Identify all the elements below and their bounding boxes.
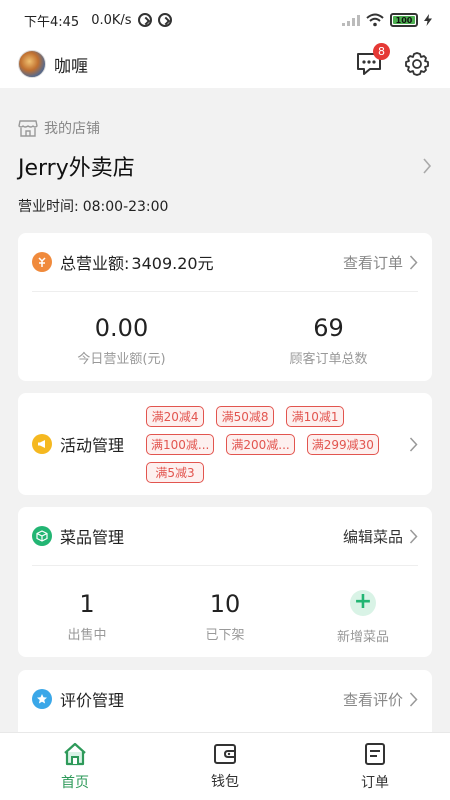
gear-icon xyxy=(405,52,429,76)
promo-tag: 满20减4 xyxy=(146,405,205,427)
dishes-icon xyxy=(32,526,52,546)
signal-icon xyxy=(342,14,360,26)
chevron-right-icon xyxy=(409,254,418,270)
user-name: 咖喱 xyxy=(54,56,88,77)
store-name: Jerry外卖店 xyxy=(18,156,135,181)
view-orders-link[interactable]: 查看订单 xyxy=(343,252,418,273)
sync-icon xyxy=(137,13,152,27)
off-shelf-label: 已下架 xyxy=(205,628,245,643)
status-speed: 0.0K/s xyxy=(91,12,132,28)
tab-wallet-label: 钱包 xyxy=(211,773,239,790)
store-header: 我的店铺 xyxy=(18,88,432,138)
store-icon xyxy=(18,120,38,137)
hours-label: 营业时间: xyxy=(18,199,79,215)
chevron-right-icon xyxy=(409,436,418,452)
reviews-title: 评价管理 xyxy=(60,691,125,710)
charging-icon xyxy=(424,14,432,26)
settings-button[interactable] xyxy=(402,49,432,79)
total-orders-label: 顾客订单总数 xyxy=(289,352,368,367)
order-icon xyxy=(365,742,385,765)
status-bar: 下午4:45 0.0K/s 100 xyxy=(0,0,450,40)
promo-tag: 满5减3 xyxy=(146,461,205,483)
tab-orders-label: 订单 xyxy=(361,774,389,791)
add-dish-label: 新增菜品 xyxy=(336,630,389,645)
off-shelf-stat[interactable]: 10 已下架 xyxy=(156,590,294,645)
view-reviews-link[interactable]: 查看评价 xyxy=(343,689,418,710)
on-sale-stat[interactable]: 1 出售中 xyxy=(18,590,156,645)
status-time: 下午4:45 xyxy=(24,14,80,30)
message-badge: 8 xyxy=(373,43,390,60)
tab-home[interactable]: 首页 xyxy=(0,733,150,800)
wallet-icon xyxy=(214,743,236,764)
reviews-icon xyxy=(32,689,52,709)
today-revenue-stat: 0.00 今日营业额(元) xyxy=(18,314,225,367)
revenue-card: 总营业额: 3409.20元 查看订单 0.00 今日营业额(元) 69 顾客订… xyxy=(18,233,432,381)
activity-card[interactable]: 活动管理 满20减4 满50减8 满10减1 满100减... 满200减...… xyxy=(18,393,432,495)
add-dish-button[interactable]: + 新增菜品 xyxy=(294,590,432,646)
edit-dishes-label: 编辑菜品 xyxy=(342,527,403,546)
tab-wallet[interactable]: 钱包 xyxy=(150,733,300,800)
dishes-title: 菜品管理 xyxy=(60,528,125,547)
reviews-card: 评价管理 查看评价 xyxy=(18,670,432,740)
store-name-row[interactable]: Jerry外卖店 xyxy=(18,150,432,182)
today-revenue-label: 今日营业额(元) xyxy=(77,352,166,367)
business-hours: 营业时间: 08:00-23:00 xyxy=(18,196,432,216)
promo-tag: 满200减... xyxy=(226,433,295,455)
chevron-right-icon xyxy=(409,528,418,544)
home-icon xyxy=(64,742,86,765)
top-area: 下午4:45 0.0K/s 100 咖喱 8 xyxy=(0,0,450,88)
app-bar: 咖喱 8 xyxy=(0,40,450,88)
hours-value: 08:00-23:00 xyxy=(82,199,169,215)
promo-tag: 满299减30 xyxy=(306,433,379,455)
promo-tag: 满10减1 xyxy=(286,405,345,427)
chevron-right-icon xyxy=(423,158,432,174)
bottom-tab-bar: 首页 钱包 订单 xyxy=(0,732,450,800)
wifi-icon xyxy=(366,13,384,27)
sync-icon-2 xyxy=(157,13,172,27)
battery-icon: 100 xyxy=(390,13,418,27)
edit-dishes-link[interactable]: 编辑菜品 xyxy=(343,526,418,547)
revenue-icon xyxy=(32,252,52,272)
view-reviews-label: 查看评价 xyxy=(342,690,403,709)
revenue-total: 3409.20元 xyxy=(131,254,214,273)
battery-level: 100 xyxy=(395,15,413,25)
on-sale-value: 1 xyxy=(79,590,95,618)
total-orders-value: 69 xyxy=(313,314,344,342)
dishes-card: 菜品管理 编辑菜品 1 出售中 10 已下架 + 新增菜品 xyxy=(18,507,432,657)
today-revenue-value: 0.00 xyxy=(94,314,149,342)
view-orders-label: 查看订单 xyxy=(342,253,403,272)
chevron-right-icon xyxy=(409,691,418,707)
revenue-label: 总营业额: xyxy=(60,254,130,273)
promo-tag: 满100减... xyxy=(146,433,215,455)
tab-home-label: 首页 xyxy=(61,774,89,791)
promo-tag: 满50减8 xyxy=(216,405,275,427)
plus-icon: + xyxy=(350,590,376,616)
store-section-label: 我的店铺 xyxy=(44,121,100,137)
store-section[interactable]: 我的店铺 Jerry外卖店 营业时间: 08:00-23:00 xyxy=(0,88,450,216)
megaphone-icon xyxy=(32,434,52,454)
avatar[interactable] xyxy=(18,50,46,78)
tab-orders[interactable]: 订单 xyxy=(300,733,450,800)
promo-tags: 满20减4 满50减8 满10减1 满100减... 满200减... 满299… xyxy=(146,405,382,483)
total-orders-stat: 69 顾客订单总数 xyxy=(225,314,432,367)
off-shelf-value: 10 xyxy=(209,590,241,618)
on-sale-label: 出售中 xyxy=(67,628,107,643)
messages-button[interactable]: 8 xyxy=(354,43,390,79)
activity-title: 活动管理 xyxy=(60,436,125,455)
